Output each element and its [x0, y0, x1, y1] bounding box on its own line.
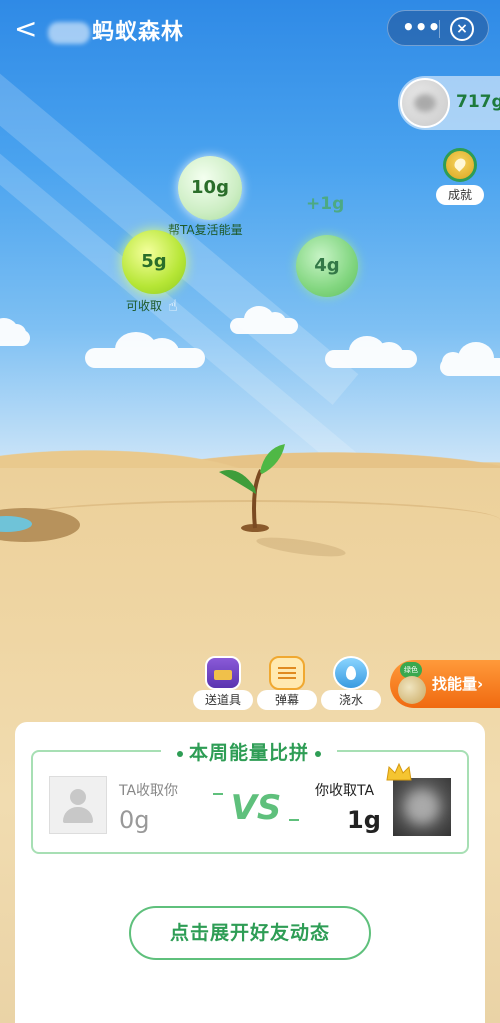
send-props-button[interactable]: 送道具	[193, 656, 253, 714]
find-energy-label: 找能量›	[432, 673, 483, 694]
achievement-button[interactable]: 成就	[434, 148, 486, 208]
vs-text: VS	[231, 788, 282, 826]
close-circle-icon[interactable]: ×	[450, 17, 474, 41]
crown-icon	[386, 762, 412, 781]
cloud	[85, 332, 205, 368]
floating-gain-text: +1g	[306, 194, 345, 214]
avatar-body	[63, 807, 93, 823]
energy-ball-revive[interactable]: 10g	[178, 156, 242, 220]
top-bar: < 蚂蚁森林 ••• ×	[0, 0, 500, 58]
pk-title-text: 本周能量比拼	[188, 742, 309, 764]
energy-ball-growing[interactable]: 4g	[296, 235, 358, 297]
blurred-username	[48, 22, 90, 44]
title-dot	[315, 750, 321, 757]
friend-energy-total[interactable]: 717g	[398, 76, 500, 130]
sapling-tree[interactable]	[215, 438, 295, 538]
cloud	[230, 306, 298, 334]
title-dot	[176, 750, 183, 757]
send-props-label: 送道具	[193, 690, 253, 710]
you-collect-label: 你收取TA	[315, 783, 375, 799]
energy-ball-revive-label: 帮TA复活能量	[168, 223, 243, 237]
cloud	[0, 318, 30, 346]
weekly-pk-panel: 本周能量比拼 TA收取你 0g VS 你收取TA 1g 点击展开好友动态	[15, 722, 485, 1023]
mini-program-capsule: ••• ×	[387, 10, 489, 46]
water-label: 浇水	[321, 690, 381, 710]
barrage-label: 弹幕	[257, 690, 317, 710]
energy-total-value: 717g	[456, 92, 500, 112]
energy-pouch	[398, 676, 426, 704]
find-energy-button[interactable]: 绿色 找能量›	[390, 660, 500, 708]
water-drop-icon	[333, 656, 369, 690]
friend-avatar	[400, 78, 450, 128]
you-collect-value: 1g	[347, 806, 381, 834]
barrage-button[interactable]: 弹幕	[257, 656, 317, 714]
achievement-medal-icon	[443, 148, 477, 182]
page-title-text: 蚂蚁森林	[92, 20, 185, 45]
page-title: 蚂蚁森林	[48, 14, 184, 46]
capsule-divider	[439, 20, 440, 38]
chevron-right-icon: ›	[477, 675, 484, 693]
pointing-hand-icon: ☝	[168, 296, 178, 315]
avatar-head	[70, 789, 86, 805]
energy-ball-collectable[interactable]: 5g	[122, 230, 186, 294]
default-avatar-icon[interactable]	[49, 776, 107, 834]
ta-collect-value: 0g	[119, 806, 150, 834]
friend-avatar[interactable]	[393, 778, 451, 836]
more-dots-icon[interactable]: •••	[402, 17, 440, 37]
back-arrow-icon[interactable]: <	[14, 14, 40, 44]
vs-badge: VS	[213, 788, 299, 826]
gift-box-icon	[205, 656, 241, 690]
energy-ball-collectable-label: 可收取	[126, 299, 163, 313]
barrage-message-icon	[269, 656, 305, 690]
expand-friend-feed-button[interactable]: 点击展开好友动态	[129, 906, 371, 960]
ta-collect-label: TA收取你	[119, 783, 179, 799]
green-energy-badge-icon: 绿色	[394, 662, 428, 706]
cloud	[440, 342, 500, 376]
pk-title: 本周能量比拼	[161, 738, 337, 764]
find-energy-text: 找能量	[432, 675, 478, 693]
water-button[interactable]: 浇水	[321, 656, 381, 714]
cloud	[325, 336, 417, 368]
achievement-label: 成就	[436, 185, 484, 205]
